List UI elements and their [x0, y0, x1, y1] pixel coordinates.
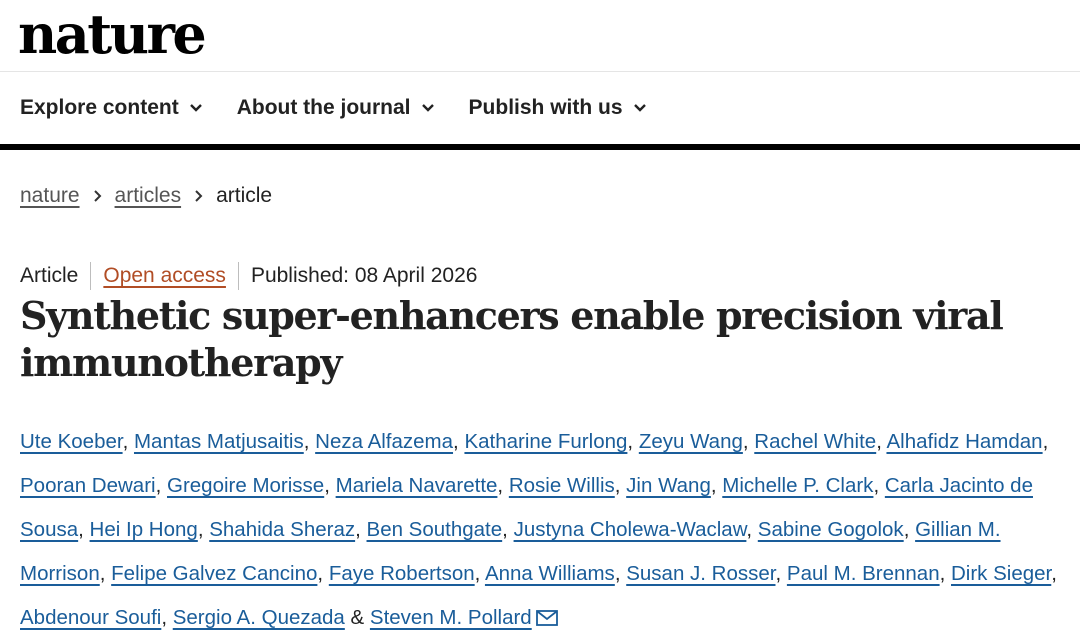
article-type: Article	[20, 264, 79, 287]
nav-item-label: About the journal	[236, 96, 411, 119]
author-link[interactable]: Zeyu Wang	[639, 430, 743, 453]
author-link[interactable]: Gregoire Morisse	[167, 474, 324, 497]
author-link[interactable]: Abdenour Soufi	[20, 606, 161, 629]
meta-divider	[237, 262, 239, 290]
chevron-down-icon	[633, 103, 647, 113]
meta-divider	[90, 262, 92, 290]
author-link[interactable]: Sergio A. Quezada	[173, 606, 345, 629]
breadcrumb: nature articles article	[20, 184, 272, 208]
chevron-down-icon	[189, 103, 203, 113]
chevron-right-icon	[93, 189, 102, 203]
nature-logo[interactable]: nature	[18, 0, 207, 74]
article-meta: Article Open access Published: 08 April …	[20, 262, 477, 290]
site-header: nature	[0, 0, 1080, 72]
breadcrumb-nature-link[interactable]: nature	[20, 184, 80, 208]
author-link[interactable]: Justyna Cholewa-Waclaw	[514, 518, 747, 541]
author-link[interactable]: Jin Wang	[626, 474, 711, 497]
author-link[interactable]: Faye Robertson	[329, 562, 475, 585]
author-link[interactable]: Shahida Sheraz	[209, 518, 355, 541]
mail-icon[interactable]	[535, 598, 558, 642]
author-link[interactable]: Dirk Sieger	[951, 562, 1051, 585]
author-link[interactable]: Rosie Willis	[509, 474, 615, 497]
chevron-down-icon	[421, 103, 435, 113]
author-link[interactable]: Anna Williams	[485, 562, 615, 585]
author-link[interactable]: Steven M. Pollard	[370, 606, 532, 629]
breadcrumb-current: article	[216, 184, 273, 207]
author-link[interactable]: Michelle P. Clark	[722, 474, 873, 497]
breadcrumb-articles-link[interactable]: articles	[115, 184, 182, 208]
chevron-right-icon	[194, 189, 203, 203]
author-link[interactable]: Sabine Gogolok	[758, 518, 904, 541]
author-link[interactable]: Ben Southgate	[367, 518, 503, 541]
author-link[interactable]: Alhafidz Hamdan	[886, 430, 1042, 453]
author-link[interactable]: Rachel White	[754, 430, 876, 453]
author-link[interactable]: Felipe Galvez Cancino	[111, 562, 317, 585]
author-link[interactable]: Paul M. Brennan	[787, 562, 940, 585]
author-list: Ute Koeber, Mantas Matjusaitis, Neza Alf…	[20, 420, 1075, 642]
author-link[interactable]: Pooran Dewari	[20, 474, 156, 497]
published-date: Published: 08 April 2026	[250, 264, 478, 287]
author-link[interactable]: Ute Koeber	[20, 430, 123, 453]
nav-publish-with-us[interactable]: Publish with us	[469, 96, 647, 120]
author-link[interactable]: Neza Alfazema	[315, 430, 453, 453]
author-link[interactable]: Hei Ip Hong	[90, 518, 198, 541]
nav-item-label: Explore content	[20, 96, 179, 119]
author-link[interactable]: Katharine Furlong	[464, 430, 627, 453]
author-link[interactable]: Susan J. Rosser	[626, 562, 775, 585]
main-nav: Explore content About the journal Publis…	[0, 72, 1080, 150]
author-link[interactable]: Mantas Matjusaitis	[134, 430, 304, 453]
author-link[interactable]: Mariela Navarette	[336, 474, 498, 497]
nav-explore-content[interactable]: Explore content	[20, 96, 203, 120]
nav-item-label: Publish with us	[468, 96, 623, 119]
nav-about-journal[interactable]: About the journal	[237, 96, 435, 120]
article-title: Synthetic super-enhancers enable precisi…	[20, 293, 1004, 385]
open-access-link[interactable]: Open access	[103, 264, 226, 288]
